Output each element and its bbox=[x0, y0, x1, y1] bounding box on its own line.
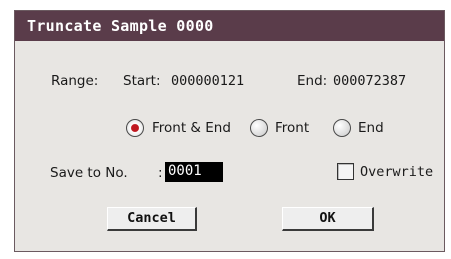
range-label: Range: bbox=[51, 73, 99, 89]
end-label: End: bbox=[297, 73, 328, 89]
save-to-colon: : bbox=[158, 165, 163, 181]
dialog-title: Truncate Sample 0000 bbox=[15, 11, 444, 41]
radio-end-label: End bbox=[358, 120, 384, 136]
radio-front-and-end[interactable] bbox=[126, 119, 144, 137]
cancel-button[interactable]: Cancel bbox=[107, 207, 197, 231]
save-to-label: Save to No. bbox=[50, 165, 128, 181]
overwrite-checkbox[interactable] bbox=[337, 163, 354, 180]
radio-end[interactable] bbox=[333, 119, 351, 137]
truncate-sample-dialog: Truncate Sample 0000 Range: Start: 00000… bbox=[14, 10, 445, 252]
save-to-number-field[interactable]: 0001 bbox=[165, 162, 223, 182]
overwrite-label: Overwrite bbox=[360, 164, 434, 180]
start-label: Start: bbox=[123, 73, 161, 89]
radio-front-and-end-label: Front & End bbox=[152, 120, 231, 136]
radio-front-label: Front bbox=[275, 120, 310, 136]
ok-button[interactable]: OK bbox=[282, 207, 374, 231]
end-value: 000072387 bbox=[333, 73, 407, 89]
start-value: 000000121 bbox=[171, 73, 245, 89]
radio-front[interactable] bbox=[250, 119, 268, 137]
